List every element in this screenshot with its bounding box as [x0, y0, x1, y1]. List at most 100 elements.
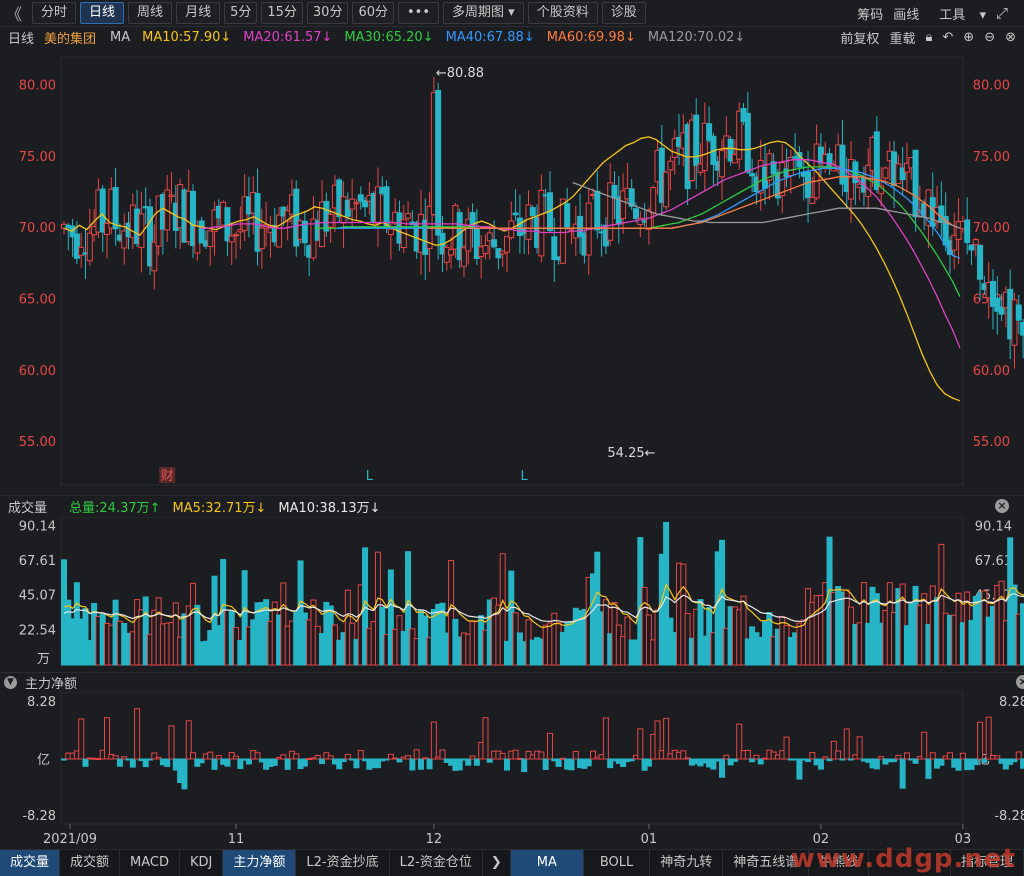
flow-bar — [981, 758, 988, 763]
unit-left: 万 — [37, 652, 50, 667]
flow-bar — [744, 749, 751, 760]
flow-bar — [456, 758, 463, 771]
candle-body — [805, 171, 812, 199]
flow-bar — [977, 721, 984, 760]
flow-bar — [895, 754, 902, 760]
unit-left: 亿 — [37, 753, 50, 768]
volume-chart[interactable]: 90.1490.1467.6167.6145.0745.0722.5422.54… — [0, 517, 1024, 672]
event-marker: 财 — [161, 469, 174, 484]
x-tick-label: 01 — [641, 832, 658, 847]
chips-button[interactable]: 筹码 — [857, 4, 883, 23]
tab-5min[interactable]: 5分 — [224, 2, 258, 24]
candle-body — [435, 89, 442, 236]
close-volume-icon[interactable]: × — [995, 499, 1009, 513]
tab-30min[interactable]: 30分 — [306, 2, 349, 24]
flow-bar — [319, 758, 326, 765]
flow-bar — [873, 758, 880, 770]
volume-header: 成交量 总量:24.37万↑ MA5:32.71万↓ MA10:38.13万↓ — [0, 495, 1024, 517]
next-arrow-icon[interactable]: ❯ — [483, 850, 511, 876]
tab-kdj[interactable]: KDJ — [180, 850, 224, 876]
flow-bar — [546, 732, 553, 760]
y-tick-left: 8.28 — [27, 695, 56, 710]
close-icon[interactable]: ⊗ — [1005, 30, 1016, 45]
candle-body — [228, 235, 235, 243]
flow-bar — [972, 758, 979, 766]
flow-bar — [181, 758, 188, 790]
main-net-flow-chart[interactable]: 8.28-8.288.28-8.28亿亿2021/091112010203 — [0, 692, 1024, 849]
flow-bar — [129, 758, 136, 768]
y-tick-right: -8.28 — [994, 809, 1024, 824]
tab-ma[interactable]: MA — [510, 850, 584, 876]
candle-body — [972, 239, 979, 246]
ma-line-ma10 — [63, 136, 961, 402]
stock-info-button[interactable]: 个股资料 — [527, 2, 598, 24]
flow-bar — [293, 753, 300, 760]
y-tick-left: 75.00 — [19, 150, 56, 165]
tab-macd[interactable]: MACD — [120, 850, 180, 876]
diagnose-button[interactable]: 诊股 — [601, 2, 646, 24]
y-tick-left: 22.54 — [19, 623, 56, 638]
candle-body — [1020, 321, 1024, 336]
volume-title: 成交量 — [8, 501, 48, 516]
more-button[interactable]: ••• — [398, 2, 440, 24]
tab-weekly[interactable]: 周线 — [128, 2, 173, 24]
flow-bar — [284, 758, 291, 770]
flow-bar — [499, 752, 506, 760]
flow-bar — [353, 758, 360, 769]
tools-dropdown[interactable]: 工具 ▾ — [929, 4, 986, 23]
flow-bar — [215, 755, 222, 760]
lock-icon[interactable]: 🔒︎ — [925, 30, 932, 45]
ma-item-1: MA20:61.57↓ — [243, 29, 333, 45]
tab-magic-nine[interactable]: 神奇九转 — [650, 850, 724, 876]
collapse-left-icon[interactable]: 《 — [0, 1, 28, 25]
ma-item-3: MA40:67.88↓ — [445, 29, 535, 45]
multi-period-dropdown[interactable]: 多周期图 ▾ — [443, 2, 524, 24]
flow-title: 主力净额 — [25, 677, 78, 692]
close-flow-icon[interactable]: × — [1016, 675, 1024, 689]
tab-main-net-flow[interactable]: 主力净额 — [223, 850, 297, 876]
candle-body — [873, 131, 880, 191]
flow-bar — [280, 754, 287, 760]
tab-amount[interactable]: 成交额 — [60, 850, 121, 876]
flow-bar — [439, 749, 446, 760]
ma-values: MA10:57.90↓ MA20:61.57↓ MA30:65.20↓ MA40:67… — [130, 30, 745, 45]
draw-line-button[interactable]: 画线 — [893, 4, 919, 23]
candle-body — [663, 171, 670, 208]
candle-body — [353, 202, 360, 205]
tab-60min[interactable]: 60分 — [352, 2, 394, 24]
flow-bar — [104, 717, 111, 760]
ma-label[interactable]: MA — [110, 30, 130, 45]
undo-icon[interactable]: ↶ — [942, 30, 953, 45]
y-tick-right: 60.00 — [973, 364, 1010, 379]
tab-boll[interactable]: BOLL — [584, 850, 651, 876]
flow-bar — [417, 758, 424, 770]
tab-l2-position[interactable]: L2-资金仓位 — [390, 850, 483, 876]
flow-bar — [1015, 751, 1022, 760]
reload-button[interactable]: 重载 — [889, 28, 915, 47]
flow-bar — [211, 758, 218, 770]
adjust-mode-button[interactable]: 前复权 — [840, 28, 879, 47]
tab-intraday[interactable]: 分时 — [32, 2, 77, 24]
volume-legend-item-1: MA5:32.71万↓ — [172, 501, 267, 516]
tab-15min[interactable]: 15分 — [261, 2, 303, 24]
flow-bar — [585, 758, 592, 767]
candle-body — [387, 228, 394, 235]
flow-bar — [783, 736, 790, 760]
candle-body — [207, 230, 214, 248]
flow-bar — [985, 716, 992, 760]
zoom-in-icon[interactable]: ⊕ — [963, 30, 974, 45]
tab-monthly[interactable]: 月线 — [176, 2, 221, 24]
tab-volume[interactable]: 成交量 — [0, 850, 61, 876]
collapse-icon[interactable]: ▼ — [4, 676, 17, 689]
flow-bar — [465, 758, 472, 766]
flow-bar — [645, 758, 652, 767]
extreme-price-label: 54.25← — [607, 446, 655, 461]
flow-bar — [719, 758, 726, 778]
tab-l2-bottom[interactable]: L2-资金抄底 — [296, 850, 390, 876]
candle-body — [233, 234, 240, 237]
expand-icon[interactable]: ⤢ — [996, 4, 1008, 22]
flow-bar — [245, 758, 252, 765]
price-chart[interactable]: 80.0080.0075.0075.0070.0070.0065.0065.00… — [0, 47, 1024, 495]
tab-daily[interactable]: 日线 — [80, 2, 125, 24]
zoom-out-icon[interactable]: ⊖ — [984, 30, 995, 45]
